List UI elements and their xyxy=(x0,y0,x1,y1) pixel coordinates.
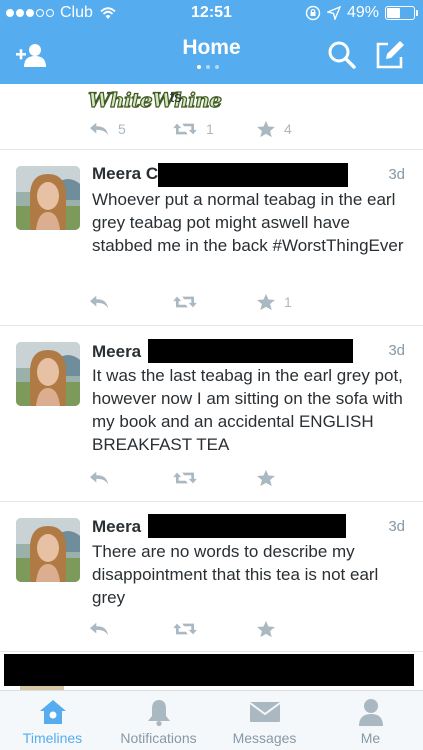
reply-icon xyxy=(88,620,110,638)
retweet-icon xyxy=(172,469,198,487)
tweet-author[interactable]: Meera C xyxy=(92,164,158,184)
reply-button[interactable] xyxy=(88,293,110,311)
retweet-button[interactable] xyxy=(172,469,198,487)
tab-me[interactable]: Me xyxy=(318,691,423,750)
favorite-button[interactable]: 1 xyxy=(256,293,292,311)
tweet-partial[interactable]: WhiteWhine ts 5 1 4 xyxy=(0,84,423,150)
status-bar: Club 12:51 49% xyxy=(0,0,423,28)
star-icon xyxy=(256,620,276,638)
envelope-icon xyxy=(248,702,281,722)
tweet-age: 3d xyxy=(388,518,405,535)
tab-label: Notifications xyxy=(120,730,197,746)
avatar[interactable] xyxy=(16,518,80,582)
favorite-button[interactable] xyxy=(256,469,284,487)
reply-icon xyxy=(88,293,110,311)
page-indicator xyxy=(197,65,219,69)
star-icon xyxy=(256,469,276,487)
tweet[interactable]: Meera 3d It was the last teabag in the e… xyxy=(0,326,423,502)
watermark: WhiteWhine xyxy=(87,87,222,112)
retweet-button[interactable] xyxy=(172,293,198,311)
timeline[interactable]: WhiteWhine ts 5 1 4 Meera C 3d Whoever p… xyxy=(0,84,423,690)
tweet-actions: 5 1 4 xyxy=(88,120,328,140)
tweet-actions: 1 xyxy=(88,293,328,313)
retweet-button[interactable] xyxy=(172,620,198,638)
redaction-bar xyxy=(148,339,353,363)
tab-label: Timelines xyxy=(22,730,83,746)
tab-bar: Timelines Notifications Messages Me xyxy=(0,690,423,750)
reply-button[interactable]: 5 xyxy=(88,120,126,138)
tab-label: Me xyxy=(360,730,381,746)
tweet-age: 3d xyxy=(388,342,405,359)
tab-notifications[interactable]: Notifications xyxy=(106,691,211,750)
tweet-age: 3d xyxy=(388,166,405,183)
avatar[interactable] xyxy=(16,166,80,230)
reply-icon xyxy=(88,120,110,138)
star-icon xyxy=(256,120,276,138)
favorite-count: 1 xyxy=(284,294,292,310)
reply-button[interactable] xyxy=(88,469,110,487)
compose-button[interactable] xyxy=(373,38,407,72)
top-bar: Club 12:51 49% Home xyxy=(0,0,423,84)
redaction-bar xyxy=(4,654,414,686)
tweet-text: There are no words to describe my disapp… xyxy=(92,542,379,607)
status-right: 49% xyxy=(305,4,418,22)
tweet[interactable]: Meera C 3d Whoever put a normal teabag i… xyxy=(0,150,423,326)
retweet-icon xyxy=(172,293,198,311)
avatar[interactable] xyxy=(16,342,80,406)
tweet-author[interactable]: Meera xyxy=(92,517,141,537)
partial-text: ts xyxy=(170,89,182,106)
compose-icon xyxy=(376,41,404,69)
tweet[interactable]: Meera 3d There are no words to describe … xyxy=(0,502,423,652)
person-icon xyxy=(358,699,383,726)
tab-messages[interactable]: Messages xyxy=(212,691,317,750)
redaction-bar xyxy=(158,163,348,187)
reply-icon xyxy=(88,469,110,487)
tweet-text: It was the last teabag in the earl grey … xyxy=(92,366,403,454)
reply-button[interactable] xyxy=(88,620,110,638)
tab-label: Messages xyxy=(232,730,297,746)
tab-timelines[interactable]: Timelines xyxy=(0,691,105,750)
tweet-author[interactable]: Meera xyxy=(92,342,141,362)
redaction-bar xyxy=(148,514,346,538)
page-title: Home xyxy=(182,36,241,59)
battery-percent: 49% xyxy=(346,4,379,21)
location-icon xyxy=(326,6,341,20)
battery-icon xyxy=(385,6,418,20)
retweet-icon xyxy=(172,620,198,638)
tweet-actions xyxy=(88,469,328,489)
home-icon xyxy=(39,700,66,724)
tweet-text: Whoever put a normal teabag in the earl … xyxy=(92,190,404,255)
tweet-actions xyxy=(88,620,328,640)
favorite-count: 4 xyxy=(284,121,292,137)
search-icon xyxy=(328,41,356,69)
retweet-button[interactable]: 1 xyxy=(172,120,214,138)
retweet-count: 1 xyxy=(206,121,214,137)
rotation-lock-icon xyxy=(305,5,321,21)
search-button[interactable] xyxy=(325,38,359,72)
favorite-button[interactable] xyxy=(256,620,284,638)
bell-icon xyxy=(147,700,170,727)
star-icon xyxy=(256,293,276,311)
retweet-icon xyxy=(172,120,198,138)
favorite-button[interactable]: 4 xyxy=(256,120,292,138)
reply-count: 5 xyxy=(118,121,126,137)
